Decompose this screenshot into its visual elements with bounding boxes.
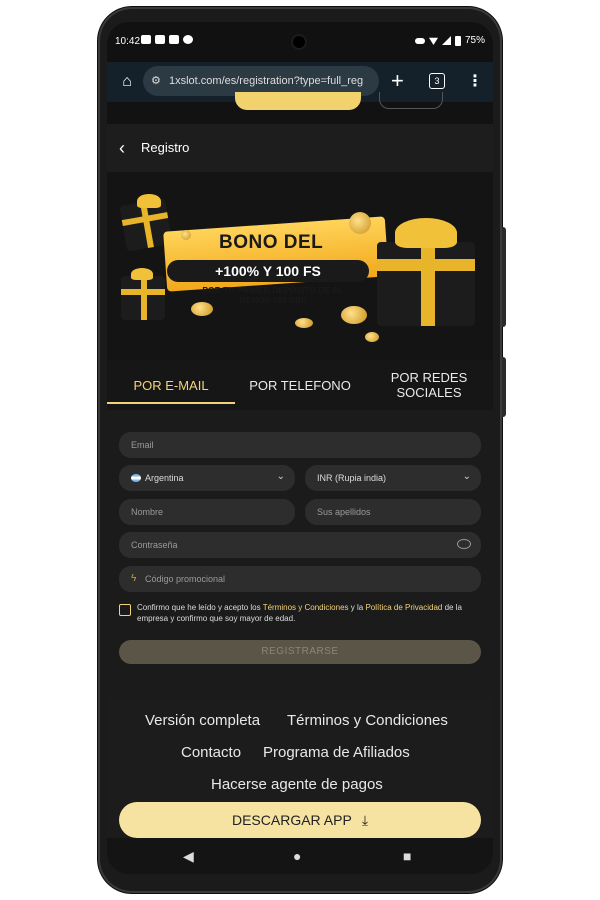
nav-recents-icon[interactable]: ■	[403, 848, 411, 864]
name-placeholder: Nombre	[131, 507, 164, 517]
terms-text-part: Confirmo que he leído y acepto los	[137, 603, 263, 612]
new-tab-button[interactable]: +	[391, 68, 404, 94]
gift-icon	[121, 276, 165, 320]
battery-percent: 75%	[464, 35, 485, 46]
surname-input[interactable]: Sus apellidos	[305, 499, 481, 525]
banner-subtext: POR TU PRIMER DEPOSITO DE AL MENOS 500 I…	[202, 285, 344, 305]
terms-text-part: y la	[348, 603, 366, 612]
payment-agent-link[interactable]: Hacerse agente de pagos	[211, 776, 383, 793]
nav-back-icon[interactable]: ◀	[183, 848, 194, 865]
tab-phone[interactable]: POR TELEFONO	[235, 360, 365, 410]
notification-icons	[141, 35, 193, 44]
surname-placeholder: Sus apellidos	[317, 507, 371, 517]
bonus-banner: BONO DEL +100% Y 100 FS POR TU PRIMER DE…	[107, 172, 493, 360]
download-app-button[interactable]: DESCARGAR APP ⤓	[119, 802, 481, 838]
large-gift-icon	[377, 242, 475, 326]
gift-bow-icon	[137, 194, 161, 208]
status-bar: 10:42 75%	[107, 22, 493, 62]
eye-icon[interactable]	[457, 539, 471, 549]
terms-footer-link[interactable]: Términos y Condiciones	[287, 712, 448, 729]
email-input[interactable]: Email	[119, 432, 481, 458]
nav-home-icon[interactable]: ●	[293, 848, 301, 864]
youtube-icon	[169, 35, 179, 44]
password-input[interactable]: Contraseña	[119, 532, 481, 558]
coin-icon	[365, 332, 379, 342]
page-header: ‹ Registro	[107, 124, 493, 172]
password-placeholder: Contraseña	[131, 540, 178, 550]
gift-bow-icon	[395, 218, 457, 248]
back-chevron-icon[interactable]: ‹	[119, 139, 125, 157]
status-time: 10:42	[115, 36, 141, 47]
privacy-link[interactable]: Política de Privacidad	[365, 603, 442, 612]
currency-value: INR (Rupia india)	[317, 473, 387, 483]
full-version-link[interactable]: Versión completa	[145, 712, 260, 729]
top-partial-bar	[107, 92, 493, 124]
download-label: DESCARGAR APP	[231, 812, 352, 828]
download-icon: ⤓	[361, 812, 369, 828]
coin-icon	[341, 306, 367, 324]
battery-icon	[454, 35, 461, 46]
url-text: 1xslot.com/es/registration?type=full_reg	[169, 75, 364, 87]
terms-checkbox[interactable]	[119, 604, 131, 616]
promo-code-input[interactable]: ϟ Código promocional	[119, 566, 481, 592]
terms-link[interactable]: Términos y Condiciones	[263, 603, 349, 612]
link-icon	[414, 37, 425, 44]
volume-button	[502, 227, 506, 327]
motorola-icon	[183, 35, 193, 44]
front-camera	[293, 36, 305, 48]
tab-switcher-button[interactable]: 3	[429, 73, 445, 89]
coin-icon	[191, 302, 213, 316]
country-value: Argentina	[145, 473, 184, 483]
coin-icon	[181, 230, 191, 240]
banner-headline: BONO DEL	[219, 232, 324, 253]
bolt-icon: ϟ	[131, 573, 137, 584]
wifi-icon	[428, 37, 438, 45]
email-placeholder: Email	[131, 440, 154, 450]
android-nav-bar: ◀ ● ■	[107, 838, 493, 874]
terms-text: Confirmo que he leído y acepto los Térmi…	[137, 602, 481, 624]
name-input[interactable]: Nombre	[119, 499, 295, 525]
tab-social[interactable]: POR REDES SOCIALES	[377, 360, 481, 410]
site-settings-icon[interactable]: ⚙	[151, 74, 161, 87]
page-title: Registro	[141, 140, 190, 155]
signal-icon	[441, 36, 451, 45]
power-button	[502, 357, 506, 417]
chevron-down-icon: ⌄	[276, 471, 285, 482]
x-icon	[155, 35, 165, 44]
chevron-down-icon: ⌄	[462, 471, 471, 482]
partial-login-button[interactable]	[235, 92, 361, 110]
coin-icon	[349, 212, 371, 234]
gift-bow-icon	[131, 268, 153, 280]
banner-pill: +100% Y 100 FS	[167, 260, 369, 282]
web-page: ‹ Registro BONO DEL +100% Y 100 FS POR T…	[107, 92, 493, 874]
status-right: 75%	[414, 35, 485, 46]
coin-icon	[295, 318, 313, 328]
phone-screen: 10:42 75% ⌂ ⚙ 1xslot.com/es/registration…	[107, 22, 493, 874]
currency-select[interactable]: INR (Rupia india) ⌄	[305, 465, 481, 491]
active-tab-indicator	[107, 402, 235, 404]
argentina-flag-icon	[131, 474, 141, 482]
youtube-icon	[141, 35, 151, 44]
promo-placeholder: Código promocional	[145, 574, 226, 584]
browser-menu-icon[interactable]: ⋮	[467, 71, 483, 91]
contact-link[interactable]: Contacto	[181, 744, 241, 761]
home-icon[interactable]: ⌂	[117, 72, 137, 92]
partial-secondary-button[interactable]	[379, 92, 443, 109]
register-button[interactable]: REGISTRARSE	[119, 640, 481, 664]
country-select[interactable]: Argentina ⌄	[119, 465, 295, 491]
affiliates-link[interactable]: Programa de Afiliados	[263, 744, 410, 761]
